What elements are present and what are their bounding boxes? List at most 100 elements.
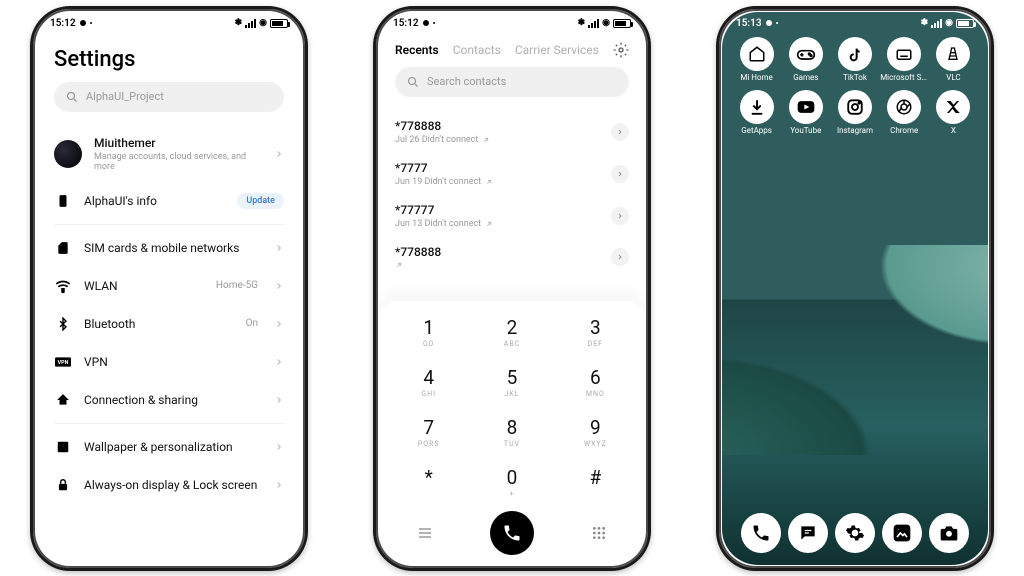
app-chrome[interactable]: Chrome (880, 90, 929, 136)
app-youtube[interactable]: YouTube (781, 90, 830, 136)
dial-key-9[interactable]: 9 WXYZ (554, 407, 637, 457)
avatar (54, 140, 82, 168)
app-label: GetApps (741, 127, 772, 136)
account-name: Miuithemer (94, 136, 262, 150)
chevron-right-icon (274, 480, 284, 490)
settings-row[interactable]: Connection & sharing (54, 381, 284, 419)
settings-row[interactable]: Bluetooth On (54, 305, 284, 343)
app-games[interactable]: Games (781, 37, 830, 83)
chevron-right-icon (274, 319, 284, 329)
clock: 15:12 (393, 18, 419, 29)
settings-icon[interactable] (613, 42, 629, 58)
dock-phone-icon[interactable] (741, 513, 781, 553)
detail-button[interactable] (611, 123, 629, 141)
phone-settings: 15:12• ✽◉ Settings AlphaUI_Project Miuit… (30, 6, 308, 571)
dial-key-0[interactable]: 0 + (470, 457, 553, 507)
update-badge: Update (237, 193, 284, 209)
settings-row[interactable]: Wallpaper & personalization (54, 428, 284, 466)
settings-row[interactable]: VPN VPN (54, 343, 284, 381)
dialpad: 1 GD 2 ABC 3 DEF 4 GHI 5 JKL 6 MNO 7 PQR… (379, 301, 645, 565)
dial-key-4[interactable]: 4 GHI (387, 357, 470, 407)
page-title: Settings (54, 47, 284, 72)
call-row[interactable]: *77777 Jun 13 Didn't connect (395, 195, 629, 237)
battery-icon (270, 19, 288, 28)
call-row[interactable]: *778888 (395, 237, 629, 277)
dial-key-#[interactable]: # (554, 457, 637, 507)
call-number: *7777 (395, 161, 629, 175)
svg-text:VPN: VPN (58, 360, 69, 366)
more-icon[interactable] (417, 525, 433, 541)
dock-messages-icon[interactable] (788, 513, 828, 553)
settings-row[interactable]: WLAN Home-5G (54, 267, 284, 305)
dial-key-7[interactable]: 7 PQRS (387, 407, 470, 457)
chevron-right-icon (274, 395, 284, 405)
status-bar: 15:12• ✽◉ (379, 12, 645, 31)
settings-label: SIM cards & mobile networks (84, 241, 262, 255)
bluetooth-status-icon: ✽ (235, 18, 243, 28)
keypad-grid-icon[interactable] (591, 525, 607, 541)
mi-home-icon (740, 37, 774, 71)
camera-notch (766, 20, 772, 26)
dock (722, 513, 988, 553)
status-bar: 15:13• ✽◉ (722, 12, 988, 31)
tab-recents[interactable]: Recents (395, 43, 439, 57)
search-input[interactable]: AlphaUI_Project (54, 82, 284, 112)
outgoing-icon (485, 178, 493, 186)
call-row[interactable]: *778888 Jul 26 Didn't connect (395, 111, 629, 153)
search-contacts-input[interactable]: Search contacts (395, 67, 629, 97)
dock-settings-icon[interactable] (835, 513, 875, 553)
app-vlc[interactable]: VLC (929, 37, 978, 83)
dial-key-*[interactable]: * (387, 457, 470, 507)
tab-contacts[interactable]: Contacts (453, 43, 501, 57)
instagram-icon (838, 90, 872, 124)
clock: 15:13 (736, 18, 762, 29)
detail-button[interactable] (611, 207, 629, 225)
detail-button[interactable] (611, 165, 629, 183)
app-label: Mi Home (740, 74, 772, 83)
camera-notch (80, 20, 86, 26)
bluetooth-icon (54, 315, 72, 333)
dock-gallery-icon[interactable] (882, 513, 922, 553)
call-meta: Jun 19 Didn't connect (395, 177, 629, 187)
dial-key-2[interactable]: 2 ABC (470, 307, 553, 357)
swiftkey-icon (887, 37, 921, 71)
x-icon (936, 90, 970, 124)
vlc-icon (936, 37, 970, 71)
chevron-right-icon (274, 281, 284, 291)
call-button[interactable] (490, 511, 534, 555)
dial-key-1[interactable]: 1 GD (387, 307, 470, 357)
app-getapps[interactable]: GetApps (732, 90, 781, 136)
app-mi-home[interactable]: Mi Home (732, 37, 781, 83)
app-microsoft-swiftkey-[interactable]: Microsoft SwiftKey ... (880, 37, 929, 83)
tiktok-icon (838, 37, 872, 71)
settings-row[interactable]: Always-on display & Lock screen (54, 466, 284, 504)
account-row[interactable]: Miuithemer Manage accounts, cloud servic… (54, 126, 284, 182)
app-label: TikTok (843, 74, 867, 83)
wallpaper-icon (54, 438, 72, 456)
phone-info-icon (54, 192, 72, 210)
sim-icon (54, 239, 72, 257)
call-number: *77777 (395, 203, 629, 217)
dial-key-5[interactable]: 5 JKL (470, 357, 553, 407)
app-x[interactable]: X (929, 90, 978, 136)
call-row[interactable]: *7777 Jun 19 Didn't connect (395, 153, 629, 195)
settings-row[interactable]: SIM cards & mobile networks (54, 229, 284, 267)
dial-key-6[interactable]: 6 MNO (554, 357, 637, 407)
detail-button[interactable] (611, 248, 629, 266)
settings-label: VPN (84, 355, 262, 369)
app-tiktok[interactable]: TikTok (830, 37, 879, 83)
vpn-icon: VPN (54, 353, 72, 371)
dial-key-8[interactable]: 8 TUV (470, 407, 553, 457)
phone-icon (502, 523, 522, 543)
dock-camera-icon[interactable] (929, 513, 969, 553)
dial-key-3[interactable]: 3 DEF (554, 307, 637, 357)
app-instagram[interactable]: Instagram (830, 90, 879, 136)
outgoing-icon (482, 136, 490, 144)
call-number: *778888 (395, 119, 629, 133)
camera-notch (423, 20, 429, 26)
app-label: VLC (946, 74, 960, 83)
chevron-right-icon (274, 149, 284, 159)
wifi-icon (54, 277, 72, 295)
tab-carrier[interactable]: Carrier Services (515, 43, 599, 57)
info-row[interactable]: AlphaUI's info Update (54, 182, 284, 220)
